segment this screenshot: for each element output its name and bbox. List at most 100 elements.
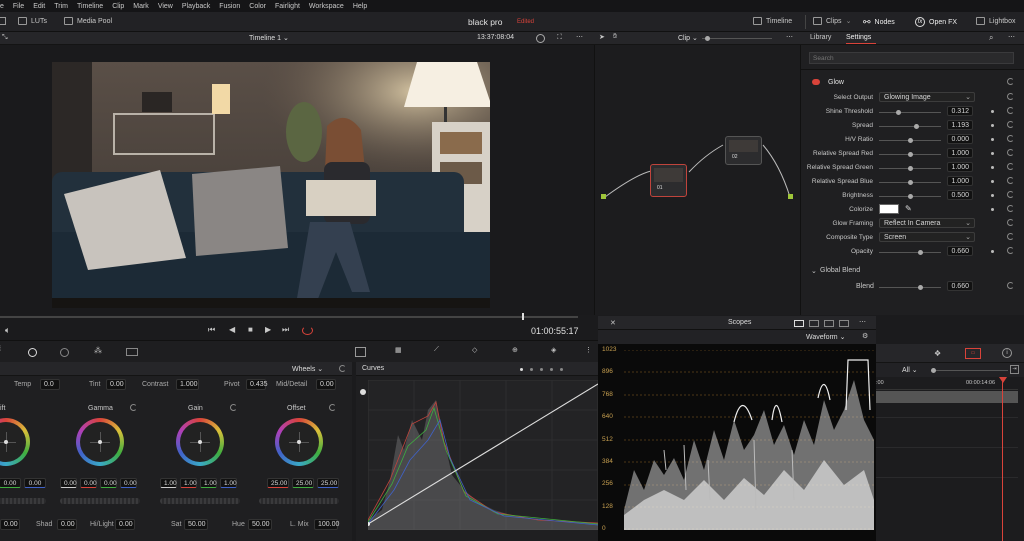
source-input[interactable] [601,194,606,199]
reset-icon[interactable] [1007,121,1014,128]
keyframe-dot-icon[interactable] [991,110,994,113]
node-zoom-track[interactable] [702,38,772,39]
color-wheels-icon[interactable] [28,348,37,357]
media-pool-button[interactable]: Media Pool [64,17,112,25]
reset-icon[interactable] [1007,282,1014,289]
keyframe-dot-icon[interactable] [991,194,994,197]
scopes-more-icon[interactable]: ⋯ [859,318,866,326]
fx-param-handle[interactable] [914,124,920,129]
fx-param-select[interactable]: Reflect In Camera ⌄ [879,218,975,228]
page-dot[interactable] [530,368,533,371]
fx-param-value[interactable]: 1.000 [947,176,973,186]
layout-4up-icon[interactable] [824,320,834,327]
fx-param-handle[interactable] [896,110,902,115]
reset-icon[interactable] [1007,149,1014,156]
scrub-playhead[interactable] [522,313,524,320]
collapse-icon[interactable]: ⌄ [811,267,817,275]
scope-settings-icon[interactable]: ⚙︎ [862,332,868,340]
menu-item[interactable]: Timeline [77,3,103,10]
adjust-value[interactable]: 1.000 [176,379,199,390]
reset-icon[interactable] [1007,219,1014,226]
reset-icon[interactable] [1007,177,1014,184]
menu-item[interactable]: Color [249,3,266,10]
menu-item[interactable]: e [0,3,4,10]
adjust-value[interactable]: 0.0 [40,379,60,390]
expand-icon[interactable]: ⇥ [1010,365,1019,374]
node-02[interactable]: 02 [725,136,762,165]
node-mode-selector[interactable]: Clip ⌄ [678,34,698,42]
menu-item[interactable]: Clip [112,3,124,10]
fx-param-value[interactable]: 1.193 [947,120,973,130]
reset-icon[interactable] [1007,107,1014,114]
reset-icon[interactable] [329,404,336,411]
fx-param-handle[interactable] [917,250,923,255]
curves-icon[interactable] [355,347,366,357]
fullscreen-icon[interactable]: ⛶ [557,34,562,42]
keyframe-zoom-track[interactable] [932,370,1008,371]
bottom-param-value[interactable]: 0.00 [0,519,20,530]
wheel-value[interactable]: 1.00 [160,478,177,488]
reset-icon[interactable] [1007,135,1014,142]
qualifier-icon[interactable]: ⟋ [434,346,439,354]
hdr-icon[interactable] [60,348,69,357]
fx-param-slider[interactable] [879,126,941,127]
lift-color-wheel[interactable] [0,418,30,466]
lightbox-button[interactable]: Lightbox [976,17,1015,25]
node-01[interactable]: 01 [650,164,687,197]
master-wheel[interactable] [259,498,339,504]
bottom-param-value[interactable]: 50.00 [248,519,272,530]
wheel-value[interactable]: 0.00 [100,478,117,488]
fx-param-handle[interactable] [908,180,913,185]
gallery-icon[interactable] [536,34,545,43]
reset-icon[interactable] [1007,93,1014,100]
reset-icon[interactable] [1007,191,1014,198]
reset-icon[interactable] [1007,78,1014,85]
wheel-value[interactable]: 0.00 [24,478,46,488]
blend-track[interactable] [879,287,941,288]
adjust-value[interactable]: 0.435 [246,379,268,390]
gamma-color-wheel[interactable] [76,418,124,466]
reset-icon[interactable] [1007,163,1014,170]
clips-button[interactable]: Clips ⌄ [813,17,851,25]
menu-item[interactable]: Help [353,3,367,10]
keyframe-mode-icon[interactable]: ❖ [934,349,941,358]
page-dot[interactable] [560,368,563,371]
fx-search-input[interactable] [809,52,1014,64]
colorize-swatch[interactable] [879,204,899,214]
keyframe-dot-icon[interactable] [991,124,994,127]
menu-item[interactable]: Mark [133,3,149,10]
reset-icon[interactable] [1007,247,1014,254]
menu-item[interactable]: View [158,3,173,10]
reset-icon[interactable] [339,365,346,372]
fx-param-value[interactable]: 0.000 [947,134,973,144]
wheel-value[interactable]: 0.00 [0,478,21,488]
audio-icon[interactable]: 🔈︎ [5,325,10,336]
play-icon[interactable]: ▶ [265,325,271,334]
fx-param-slider[interactable] [879,252,941,253]
more-icon[interactable]: ⋯ [576,33,583,41]
gain-color-wheel[interactable] [176,418,224,466]
fx-param-value[interactable]: 0.500 [947,190,973,200]
keyframe-dot-icon[interactable] [991,166,994,169]
bottom-param-value[interactable]: 0.00 [115,519,135,530]
fx-param-value[interactable]: 1.000 [947,148,973,158]
layout-1up-icon[interactable] [794,320,804,327]
search-icon[interactable]: ⌕ [989,33,993,43]
curves-graph[interactable] [368,380,598,530]
keyframe-zoom-handle[interactable] [931,368,936,373]
menu-item[interactable]: File [13,3,24,10]
keyframe-dot-icon[interactable] [991,152,994,155]
adjust-value[interactable]: 0.00 [316,379,336,390]
wheel-value[interactable]: 25.00 [292,478,314,488]
bottom-param-value[interactable]: 0.00 [57,519,77,530]
wheel-value[interactable]: 25.00 [317,478,339,488]
fx-param-select[interactable]: Glowing Image ⌄ [879,92,975,102]
keyframe-dot-icon[interactable] [991,250,994,253]
fx-param-value[interactable]: 0.312 [947,106,973,116]
wheel-puck[interactable] [198,440,202,444]
fx-param-value[interactable]: 1.000 [947,162,973,172]
keyframe-dot-icon[interactable] [991,180,994,183]
menu-item[interactable]: Fusion [219,3,240,10]
go-to-start-icon[interactable]: ⏮ [208,325,215,335]
wheel-value[interactable]: 1.00 [220,478,237,488]
